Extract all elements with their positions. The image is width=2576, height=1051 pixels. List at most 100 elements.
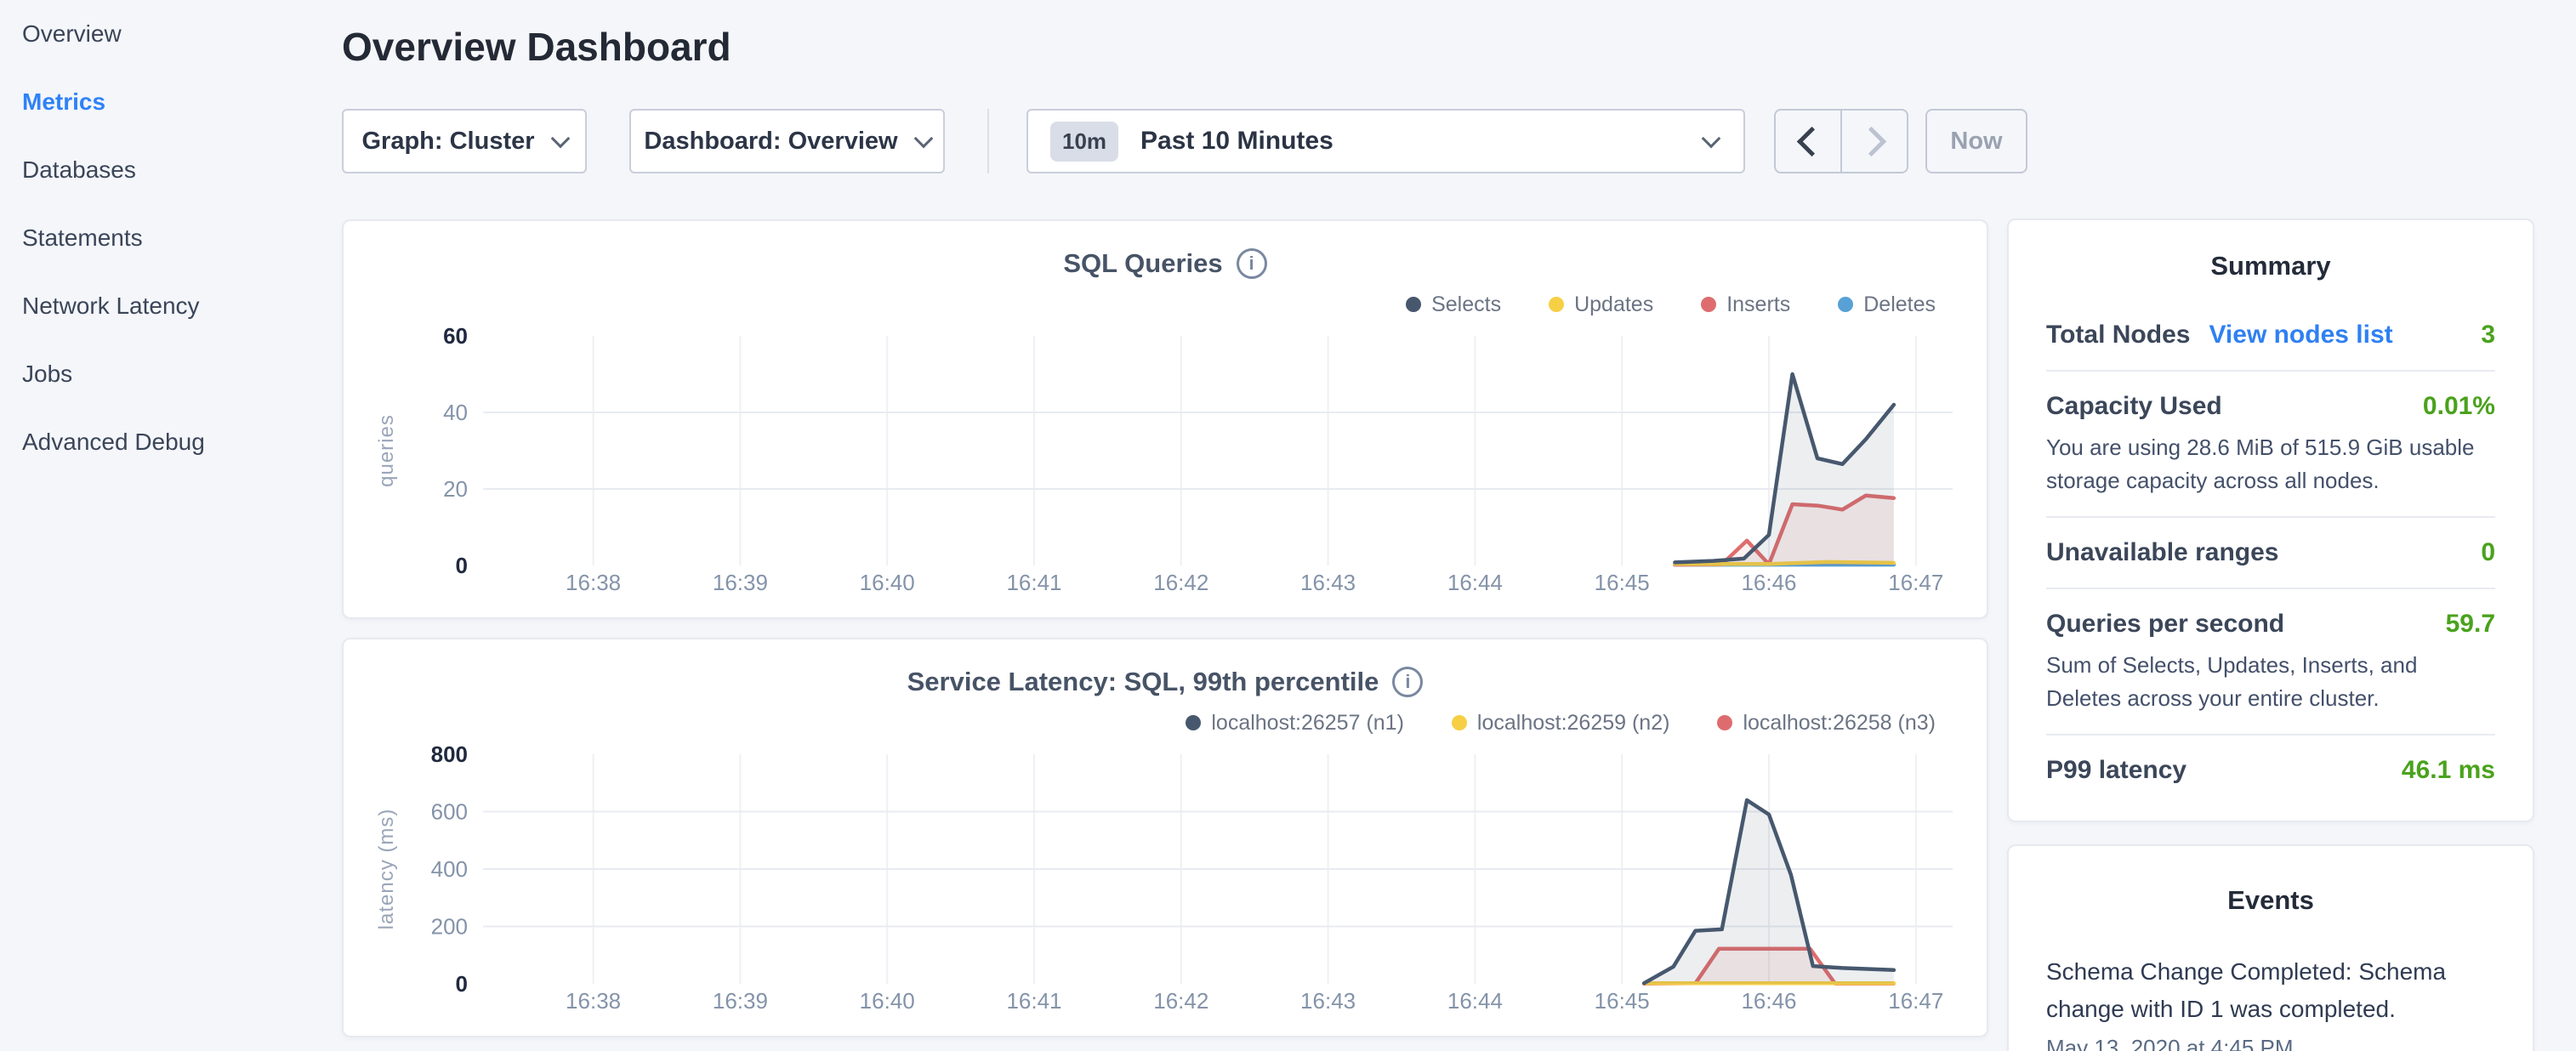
toolbar: Graph: Cluster Dashboard: Overview 10m P… [342, 109, 2027, 173]
svg-text:16:44: 16:44 [1447, 570, 1503, 595]
legend-dot [1701, 297, 1716, 312]
summary-row-label: Capacity Used [2046, 392, 2222, 421]
dashboard-dropdown[interactable]: Dashboard: Overview [629, 109, 945, 173]
svg-text:200: 200 [431, 914, 468, 940]
now-button[interactable]: Now [1925, 109, 2027, 173]
event-text: Schema Change Completed: Schema change w… [2046, 953, 2495, 1028]
summary-row: P99 latency 46.1 ms [2046, 754, 2495, 787]
service-latency-plot[interactable]: 16:3816:3916:4016:4116:4216:4316:4416:45… [364, 743, 1970, 1024]
svg-text:16:43: 16:43 [1300, 570, 1356, 595]
svg-text:16:45: 16:45 [1595, 988, 1650, 1014]
chart-legend: Selects Updates Inserts Deletes [364, 287, 1966, 321]
svg-text:16:43: 16:43 [1300, 988, 1356, 1014]
sql-queries-plot[interactable]: 16:3816:3916:4016:4116:4216:4316:4416:45… [364, 325, 1970, 605]
right-column: Summary Total NodesView nodes list3Capac… [2007, 219, 2534, 1051]
chart-legend: localhost:26257 (n1) localhost:26259 (n2)… [364, 706, 1966, 740]
svg-text:16:41: 16:41 [1006, 988, 1061, 1014]
svg-text:16:38: 16:38 [566, 988, 621, 1014]
sidebar-item-metrics[interactable]: Metrics [0, 68, 342, 136]
summary-rows: Total NodesView nodes list3Capacity Used… [2046, 319, 2495, 787]
legend-label: Inserts [1726, 293, 1790, 317]
events-panel: Events Schema Change Completed: Schema c… [2007, 844, 2534, 1051]
svg-text:queries: queries [375, 414, 398, 487]
summary-row: Capacity Used 0.01% [2046, 390, 2495, 423]
legend-label: localhost:26257 (n1) [1211, 711, 1404, 736]
svg-text:16:42: 16:42 [1153, 570, 1208, 595]
view-nodes-list-link[interactable]: View nodes list [2209, 321, 2392, 349]
time-nav-group [1774, 109, 1908, 173]
chevron-down-icon [1702, 129, 1721, 149]
sql-queries-chart-card: SQL Queries i SelectsUpdatesInsertsDelet… [342, 219, 1988, 619]
now-button-label: Now [1950, 128, 2002, 156]
summary-divider [2046, 588, 2495, 589]
events-list: Schema Change Completed: Schema change w… [2046, 953, 2495, 1051]
svg-text:16:46: 16:46 [1741, 570, 1796, 595]
svg-text:16:46: 16:46 [1741, 988, 1796, 1014]
svg-text:16:44: 16:44 [1447, 988, 1503, 1014]
summary-row: Total NodesView nodes list3 [2046, 319, 2495, 351]
sidebar-item-advanced-debug[interactable]: Advanced Debug [0, 408, 342, 476]
svg-text:600: 600 [431, 799, 468, 825]
event-timestamp: May 13, 2020 at 4:45 PM [2046, 1035, 2495, 1051]
chevron-down-icon [913, 129, 933, 149]
time-next-button[interactable] [1840, 111, 1907, 172]
legend-label: localhost:26259 (n2) [1477, 711, 1670, 736]
summary-divider [2046, 516, 2495, 518]
svg-text:latency (ms): latency (ms) [375, 809, 398, 930]
svg-text:16:47: 16:47 [1888, 570, 1943, 595]
sidebar-item-overview[interactable]: Overview [0, 0, 342, 68]
info-icon[interactable]: i [1237, 248, 1267, 279]
sidebar-item-jobs[interactable]: Jobs [0, 340, 342, 408]
time-prev-button[interactable] [1776, 111, 1840, 172]
graph-dropdown-label: Graph: Cluster [361, 128, 534, 156]
time-range-badge: 10m [1050, 122, 1118, 162]
summary-row-subtext: You are using 28.6 MiB of 515.9 GiB usab… [2046, 431, 2495, 497]
charts-column: SQL Queries i SelectsUpdatesInsertsDelet… [342, 219, 1988, 1051]
overview-dashboard-page: OverviewMetricsDatabasesStatementsNetwor… [0, 0, 2576, 1051]
legend-item: Updates [1549, 293, 1653, 317]
summary-divider [2046, 734, 2495, 736]
svg-text:16:40: 16:40 [860, 570, 915, 595]
graph-dropdown[interactable]: Graph: Cluster [342, 109, 587, 173]
svg-text:16:45: 16:45 [1595, 570, 1650, 595]
service-latency-chart-card: Service Latency: SQL, 99th percentile i … [342, 638, 1988, 1037]
legend-dot [1452, 715, 1467, 730]
summary-row-label: P99 latency [2046, 756, 2186, 785]
sidebar-item-statements[interactable]: Statements [0, 204, 342, 272]
chevron-down-icon [550, 129, 570, 149]
summary-row-value: 59.7 [2446, 610, 2495, 639]
svg-text:20: 20 [443, 476, 468, 502]
legend-dot [1406, 297, 1421, 312]
svg-text:400: 400 [431, 856, 468, 882]
sidebar-item-network-latency[interactable]: Network Latency [0, 272, 342, 340]
summary-row: Queries per second 59.7 [2046, 608, 2495, 640]
legend-item: localhost:26258 (n3) [1717, 711, 1936, 736]
svg-text:40: 40 [443, 400, 468, 425]
legend-label: Deletes [1863, 293, 1936, 317]
svg-text:16:39: 16:39 [713, 570, 768, 595]
summary-title: Summary [2046, 251, 2495, 281]
summary-row-value: 46.1 ms [2402, 756, 2495, 785]
chart-title: Service Latency: SQL, 99th percentile [907, 667, 1379, 697]
legend-dot [1717, 715, 1732, 730]
svg-text:60: 60 [443, 325, 468, 349]
legend-dot [1186, 715, 1201, 730]
legend-item: Selects [1406, 293, 1501, 317]
svg-text:16:47: 16:47 [1888, 988, 1943, 1014]
summary-row-label: Queries per second [2046, 610, 2284, 639]
info-icon[interactable]: i [1392, 667, 1423, 697]
legend-dot [1838, 297, 1853, 312]
summary-row-label: Unavailable ranges [2046, 538, 2278, 567]
time-range-dropdown[interactable]: 10m Past 10 Minutes [1026, 109, 1745, 173]
legend-item: Deletes [1838, 293, 1936, 317]
sidebar-item-databases[interactable]: Databases [0, 136, 342, 204]
svg-text:16:38: 16:38 [566, 570, 621, 595]
events-title: Events [2046, 885, 2495, 916]
legend-label: Updates [1574, 293, 1653, 317]
summary-panel: Summary Total NodesView nodes list3Capac… [2007, 219, 2534, 822]
summary-row-label: Total Nodes [2046, 321, 2190, 349]
legend-dot [1549, 297, 1564, 312]
legend-label: Selects [1431, 293, 1501, 317]
summary-row-value: 0.01% [2423, 392, 2495, 421]
sidebar: OverviewMetricsDatabasesStatementsNetwor… [0, 0, 342, 476]
